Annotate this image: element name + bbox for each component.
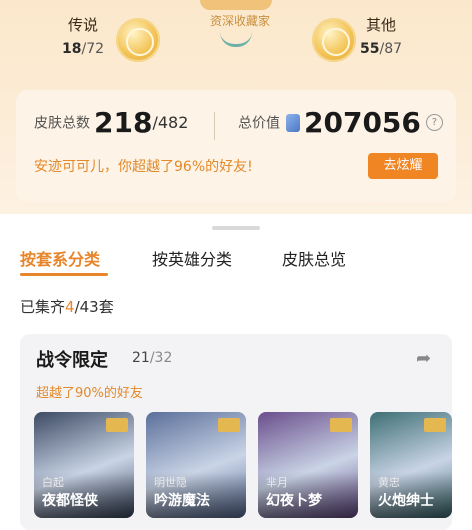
share-icon[interactable]: ➦ (416, 348, 431, 369)
other-stat: 其他 55/87 (360, 14, 402, 57)
skin-name: 幻夜卜梦 (266, 493, 322, 509)
legend-count: 18/72 (62, 41, 105, 57)
summary-panel: 皮肤总数 218/482 总价值 207056? 安迹可可儿，你超越了96%的好友!… (16, 90, 456, 202)
skin-hero: 白起 (42, 476, 64, 489)
rarity-badge-icon (218, 418, 240, 432)
show-off-button[interactable]: 去炫耀 (368, 153, 438, 179)
skin-tile[interactable]: 黄忠 火炮绅士 (370, 412, 452, 518)
series-card[interactable]: 战令限定 21/32 ➦ 超越了90%的好友 白起 夜都怪侠 明世隐 吟游魔法 … (20, 334, 452, 530)
legend-stat: 传说 18/72 (62, 14, 104, 57)
tab-by-series[interactable]: 按套系分类 (20, 246, 100, 270)
series-title: 战令限定 (36, 350, 108, 371)
series-count: 21/32 (132, 350, 173, 366)
skin-tile[interactable]: 明世隐 吟游魔法 (146, 412, 246, 518)
skin-tile[interactable]: 白起 夜都怪侠 (34, 412, 134, 518)
skin-total: 皮肤总数 218/482 (34, 106, 189, 139)
title-ornament (200, 0, 272, 10)
collector-title: 资深收藏家 (209, 14, 270, 28)
series-rank-text: 超越了90%的好友 (36, 386, 143, 401)
other-label: 其他 (366, 16, 397, 34)
skin-owned-count: 218 (94, 106, 153, 139)
other-medal-icon (312, 18, 356, 62)
skin-hero: 明世隐 (154, 476, 187, 489)
skin-tile[interactable]: 芈月 幻夜卜梦 (258, 412, 358, 518)
skin-name: 吟游魔法 (154, 493, 210, 509)
skin-hero: 芈月 (266, 476, 288, 489)
gem-icon (286, 113, 300, 132)
rarity-badge-icon (106, 418, 128, 432)
legend-medal-icon (116, 18, 160, 62)
divider (214, 112, 215, 140)
tab-by-hero[interactable]: 按英雄分类 (152, 246, 232, 270)
legend-label: 传说 (68, 16, 99, 34)
active-tab-indicator (20, 273, 108, 276)
tab-skin-overview[interactable]: 皮肤总览 (282, 246, 346, 270)
total-value-amount: 207056 (304, 106, 421, 139)
skin-hero: 黄忠 (378, 476, 400, 489)
skin-name: 夜都怪侠 (42, 493, 98, 509)
drag-handle[interactable] (212, 226, 260, 230)
sets-collected: 已集齐4/43套 (20, 298, 114, 316)
skin-name: 火炮绅士 (378, 493, 434, 509)
total-value: 总价值 207056? (238, 106, 443, 139)
other-count: 55/87 (360, 41, 403, 57)
friend-rank-text: 安迹可可儿，你超越了96%的好友! (34, 159, 253, 175)
help-icon[interactable]: ? (425, 114, 443, 131)
rarity-badge-icon (424, 418, 446, 432)
rarity-badge-icon (330, 418, 352, 432)
